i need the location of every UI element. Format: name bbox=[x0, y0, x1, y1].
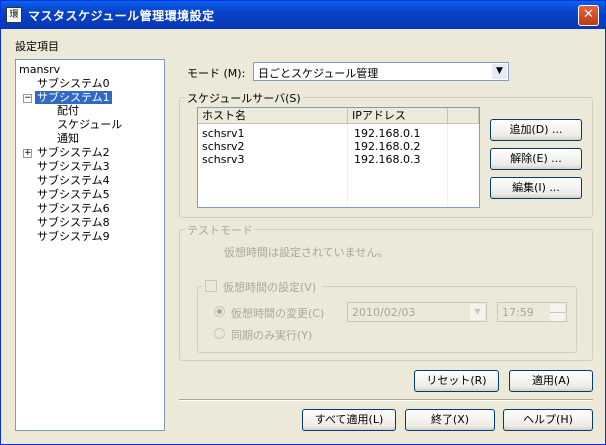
column-host[interactable]: ホスト名 bbox=[198, 108, 348, 124]
tree-item-notification[interactable]: 通知 bbox=[57, 132, 79, 145]
virtual-time-checkbox-row[interactable]: 仮想時間の設定(V) bbox=[202, 279, 322, 294]
window-title: マスタスケジュール管理環境設定 bbox=[28, 9, 215, 23]
separator bbox=[179, 399, 593, 401]
virtual-time-checkbox-label: 仮想時間の設定(V) bbox=[223, 281, 317, 294]
time-spinner[interactable]: 17:59 bbox=[497, 302, 567, 322]
virtual-time-checkbox[interactable] bbox=[205, 280, 217, 292]
collapse-icon[interactable]: − bbox=[23, 94, 32, 103]
ip-cell[interactable]: 192.168.0.1 bbox=[354, 127, 420, 140]
dropdown-arrow-icon[interactable]: ▼ bbox=[492, 64, 507, 79]
spin-up-icon[interactable] bbox=[550, 304, 565, 313]
add-button[interactable]: 追加(D) ... bbox=[490, 119, 582, 141]
column-blank bbox=[448, 108, 479, 124]
tree-item-subsystem5[interactable]: サブシステム5 bbox=[37, 188, 110, 201]
schedule-server-title: スケジュールサーバ(S) bbox=[185, 90, 303, 106]
tree-item-subsystem1[interactable]: サブシステム1 bbox=[35, 91, 112, 104]
remove-button[interactable]: 解除(E) ... bbox=[490, 148, 582, 170]
column-divider bbox=[347, 124, 348, 207]
host-cell[interactable]: schsrv1 bbox=[202, 127, 245, 140]
settings-header: 設定項目 bbox=[15, 40, 59, 53]
tree-item-subsystem3[interactable]: サブシステム3 bbox=[37, 160, 110, 173]
mode-value: 日ごとスケジュール管理 bbox=[258, 67, 379, 80]
sync-only-label: 同期のみ実行(Y) bbox=[231, 329, 313, 342]
reset-button[interactable]: リセット(R) bbox=[414, 370, 499, 392]
mode-select[interactable]: 日ごとスケジュール管理 ▼ bbox=[253, 62, 509, 81]
help-button[interactable]: ヘルプ(H) bbox=[503, 409, 593, 431]
tree-item-schedule[interactable]: スケジュール bbox=[57, 118, 122, 131]
tree-item-subsystem0[interactable]: サブシステム0 bbox=[37, 77, 110, 90]
dialog-window: 環 マスタスケジュール管理環境設定 ✕ 設定項目 mansrv サブシステム0 … bbox=[0, 0, 606, 445]
tree-item-subsystem2[interactable]: サブシステム2 bbox=[37, 146, 110, 159]
host-cell[interactable]: schsrv2 bbox=[202, 140, 245, 153]
host-cell[interactable]: schsrv3 bbox=[202, 153, 245, 166]
settings-tree[interactable]: mansrv サブシステム0 − サブシステム1 配付 スケジュール 通知 + … bbox=[15, 59, 165, 431]
sync-only-radio[interactable] bbox=[214, 328, 225, 339]
exit-button[interactable]: 終了(X) bbox=[405, 409, 495, 431]
spin-down-icon[interactable] bbox=[550, 313, 565, 321]
tree-item-distribution[interactable]: 配付 bbox=[57, 104, 79, 117]
date-picker[interactable]: 2010/02/03 ▼ bbox=[347, 302, 487, 322]
app-icon: 環 bbox=[6, 7, 22, 23]
test-mode-title: テストモード bbox=[185, 222, 255, 238]
apply-all-button[interactable]: すべて適用(L) bbox=[302, 409, 396, 431]
ip-cell[interactable]: 192.168.0.3 bbox=[354, 153, 420, 166]
tree-item-subsystem9[interactable]: サブシステム9 bbox=[37, 230, 110, 243]
date-value: 2010/02/03 bbox=[352, 306, 416, 319]
date-dropdown-icon[interactable]: ▼ bbox=[470, 304, 485, 320]
column-divider bbox=[447, 124, 448, 207]
tree-item-subsystem8[interactable]: サブシステム8 bbox=[37, 216, 110, 229]
virtual-time-status: 仮想時間は設定されていません。 bbox=[224, 246, 389, 259]
edit-button[interactable]: 編集(I) ... bbox=[490, 177, 582, 199]
time-value: 17:59 bbox=[502, 306, 534, 319]
expand-icon[interactable]: + bbox=[23, 149, 32, 158]
title-bar: 環 マスタスケジュール管理環境設定 ✕ bbox=[1, 1, 605, 29]
tree-item-subsystem4[interactable]: サブシステム4 bbox=[37, 174, 110, 187]
apply-button[interactable]: 適用(A) bbox=[509, 370, 593, 392]
ip-cell[interactable]: 192.168.0.2 bbox=[354, 140, 420, 153]
server-list[interactable]: ホスト名 IPアドレス schsrv1 192.168.0.1 schsrv2 … bbox=[197, 107, 480, 208]
change-time-radio[interactable] bbox=[214, 306, 225, 317]
close-button[interactable]: ✕ bbox=[578, 5, 599, 26]
tree-item-root[interactable]: mansrv bbox=[19, 63, 60, 76]
mode-label: モード (M): bbox=[187, 67, 246, 80]
change-time-label: 仮想時間の変更(C) bbox=[231, 307, 325, 320]
tree-item-subsystem6[interactable]: サブシステム6 bbox=[37, 202, 110, 215]
column-ip[interactable]: IPアドレス bbox=[348, 108, 448, 124]
